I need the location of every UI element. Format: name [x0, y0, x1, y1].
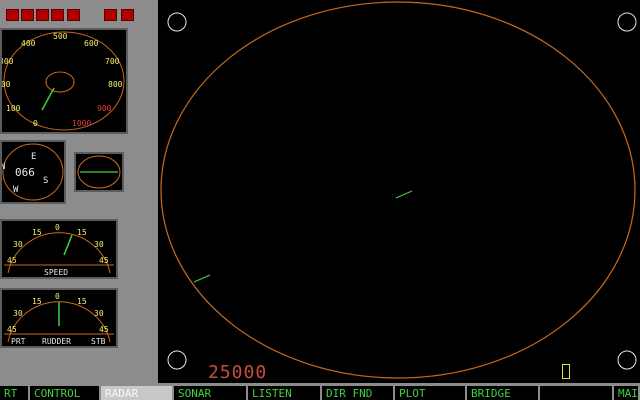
compass-west-label: N	[2, 162, 5, 172]
rudder-label-15-left: 15	[32, 297, 42, 306]
rudder-label-45-left: 45	[7, 325, 17, 334]
rudder-label-30-right: 30	[94, 309, 104, 318]
depth-label-100: 100	[6, 104, 21, 113]
depth-label-700: 700	[105, 57, 120, 66]
rudder-label-0: 0	[55, 292, 60, 301]
menu-dir-fnd[interactable]: DIR FND	[322, 384, 395, 400]
speed-gauge: 0 15 15 30 30 45 45 SPEED	[0, 219, 118, 279]
depth-label-0: 0	[33, 119, 38, 128]
rudder-port-label: PRT	[11, 337, 26, 346]
depth-label-1000: 1000	[72, 119, 91, 128]
corner-marker-top-left	[167, 12, 187, 32]
menu-sonar[interactable]: SONAR	[174, 384, 248, 400]
rudder-title: RUDDER	[42, 337, 71, 346]
game-screen: 500 400 600 300 700 200 800 100 900 0 10…	[0, 0, 640, 400]
rudder-gauge: 0 15 15 30 30 45 45 PRT RUDDER STB	[0, 288, 118, 348]
depth-label-900: 900	[97, 104, 112, 113]
status-light	[104, 9, 117, 21]
status-light	[6, 9, 19, 21]
depth-needle	[41, 87, 55, 111]
radar-indicator	[562, 364, 570, 379]
depth-label-800: 800	[108, 80, 123, 89]
depth-label-200: 200	[2, 80, 11, 89]
radar-contact[interactable]	[193, 274, 211, 283]
compass-heading: 066	[15, 166, 35, 179]
speed-label-15-left: 15	[32, 228, 42, 237]
depth-label-600: 600	[84, 39, 99, 48]
depth-label-500: 500	[53, 32, 68, 41]
radar-range-readout: 25000	[208, 362, 268, 383]
depth-label-400: 400	[21, 39, 36, 48]
compass-west: W	[13, 185, 19, 195]
speed-label-45-left: 45	[7, 256, 17, 265]
compass-gauge: E N S W 066	[0, 140, 66, 204]
depth-label-300: 300	[2, 57, 14, 66]
corner-marker-bottom-right	[617, 350, 637, 370]
compass-south-label: S	[43, 176, 48, 186]
speed-label-15-right: 15	[77, 228, 87, 237]
rudder-label-45-right: 45	[99, 325, 109, 334]
rudder-starboard-label: STB	[91, 337, 106, 346]
trim-gauge	[74, 152, 124, 192]
menu-plot[interactable]: PLOT	[395, 384, 467, 400]
radar-screen[interactable]	[158, 0, 640, 383]
corner-marker-top-right	[617, 12, 637, 32]
speed-label-0: 0	[55, 223, 60, 232]
station-menu: RT CONTROL RADAR SONAR LISTEN DIR FND PL…	[0, 384, 640, 400]
radar-range-ring	[160, 1, 636, 379]
menu-start[interactable]: RT	[0, 384, 30, 400]
menu-bridge[interactable]: BRIDGE	[467, 384, 540, 400]
depth-gauge: 500 400 600 300 700 200 800 100 900 0 10…	[0, 28, 128, 134]
speed-title: SPEED	[44, 268, 68, 277]
menu-blank[interactable]	[540, 384, 614, 400]
status-light	[67, 9, 80, 21]
menu-listen[interactable]: LISTEN	[248, 384, 322, 400]
menu-radar[interactable]: RADAR	[101, 384, 174, 400]
speed-label-30-left: 30	[13, 240, 23, 249]
status-light	[21, 9, 34, 21]
status-light	[36, 9, 49, 21]
menu-main[interactable]: MAI	[614, 384, 640, 400]
status-light	[121, 9, 134, 21]
rudder-label-15-right: 15	[77, 297, 87, 306]
own-ship-contact	[395, 190, 413, 199]
rudder-label-30-left: 30	[13, 309, 23, 318]
menu-control[interactable]: CONTROL	[30, 384, 101, 400]
speed-needle	[63, 234, 73, 256]
status-light	[51, 9, 64, 21]
corner-marker-bottom-left	[167, 350, 187, 370]
speed-label-30-right: 30	[94, 240, 104, 249]
speed-label-45-right: 45	[99, 256, 109, 265]
compass-north: E	[31, 152, 36, 162]
